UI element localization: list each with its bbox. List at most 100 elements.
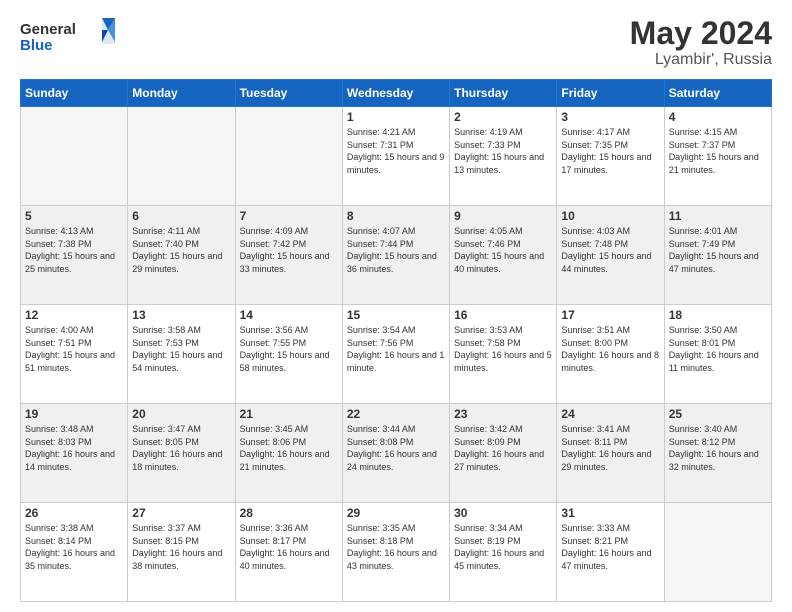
- table-row: 17 Sunrise: 3:51 AM Sunset: 8:00 PM Dayli…: [557, 305, 664, 404]
- day-info: Sunrise: 3:51 AM Sunset: 8:00 PM Dayligh…: [561, 324, 659, 374]
- day-info: Sunrise: 3:36 AM Sunset: 8:17 PM Dayligh…: [240, 522, 338, 572]
- day-info: Sunrise: 3:50 AM Sunset: 8:01 PM Dayligh…: [669, 324, 767, 374]
- day-info: Sunrise: 3:44 AM Sunset: 8:08 PM Dayligh…: [347, 423, 445, 473]
- header-thursday: Thursday: [450, 80, 557, 107]
- day-number: 8: [347, 209, 445, 223]
- table-row: 21Sunrise: 3:45 AM Sunset: 8:06 PM Dayli…: [235, 404, 342, 503]
- day-number: 20: [132, 407, 230, 421]
- day-number: 27: [132, 506, 230, 520]
- day-number: 10: [561, 209, 659, 223]
- day-number: 5: [25, 209, 123, 223]
- logo-svg: General Blue: [20, 16, 120, 56]
- table-row: 16 Sunrise: 3:53 AM Sunset: 7:58 PM Dayli…: [450, 305, 557, 404]
- calendar-body: 1 Sunrise: 4:21 AM Sunset: 7:31 PM Daylig…: [21, 107, 772, 602]
- table-row: 25 Sunrise: 3:40 AM Sunset: 8:12 PM Dayli…: [664, 404, 771, 503]
- table-row: 29 Sunrise: 3:35 AM Sunset: 8:18 PM Dayli…: [342, 503, 449, 602]
- header-monday: Monday: [128, 80, 235, 107]
- day-number: 19: [25, 407, 123, 421]
- table-row: 30 Sunrise: 3:34 AM Sunset: 8:19 PM Dayli…: [450, 503, 557, 602]
- table-row: 1 Sunrise: 4:21 AM Sunset: 7:31 PM Daylig…: [342, 107, 449, 206]
- table-row: 7 Sunrise: 4:09 AM Sunset: 7:42 PM Daylig…: [235, 206, 342, 305]
- table-row: 18 Sunrise: 3:50 AM Sunset: 8:01 PM Dayli…: [664, 305, 771, 404]
- calendar-table: Sunday Monday Tuesday Wednesday Thursday…: [20, 79, 772, 602]
- header-friday: Friday: [557, 80, 664, 107]
- title-block: May 2024 Lyambir', Russia: [630, 16, 772, 69]
- day-number: 7: [240, 209, 338, 223]
- day-number: 31: [561, 506, 659, 520]
- table-row: 22 Sunrise: 3:44 AM Sunset: 8:08 PM Dayli…: [342, 404, 449, 503]
- day-info: Sunrise: 3:34 AM Sunset: 8:19 PM Dayligh…: [454, 522, 552, 572]
- day-number: 23: [454, 407, 552, 421]
- day-info: Sunrise: 4:15 AM Sunset: 7:37 PM Dayligh…: [669, 126, 767, 176]
- day-info: Sunrise: 3:38 AM Sunset: 8:14 PM Dayligh…: [25, 522, 123, 572]
- day-info: Sunrise: 4:21 AM Sunset: 7:31 PM Dayligh…: [347, 126, 445, 176]
- calendar-week-row: 1 Sunrise: 4:21 AM Sunset: 7:31 PM Daylig…: [21, 107, 772, 206]
- table-row: 20 Sunrise: 3:47 AM Sunset: 8:05 PM Dayli…: [128, 404, 235, 503]
- day-info: Sunrise: 3:40 AM Sunset: 8:12 PM Dayligh…: [669, 423, 767, 473]
- day-number: 29: [347, 506, 445, 520]
- table-row: [128, 107, 235, 206]
- day-info: Sunrise: 3:41 AM Sunset: 8:11 PM Dayligh…: [561, 423, 659, 473]
- day-info: Sunrise: 3:47 AM Sunset: 8:05 PM Dayligh…: [132, 423, 230, 473]
- day-number: 25: [669, 407, 767, 421]
- day-number: 16: [454, 308, 552, 322]
- day-info: Sunrise: 4:19 AM Sunset: 7:33 PM Dayligh…: [454, 126, 552, 176]
- table-row: [235, 107, 342, 206]
- calendar-week-row: 5 Sunrise: 4:13 AM Sunset: 7:38 PM Daylig…: [21, 206, 772, 305]
- calendar-week-row: 12Sunrise: 4:00 AM Sunset: 7:51 PM Dayli…: [21, 305, 772, 404]
- day-info: Sunrise: 4:07 AM Sunset: 7:44 PM Dayligh…: [347, 225, 445, 275]
- table-row: 10 Sunrise: 4:03 AM Sunset: 7:48 PM Dayli…: [557, 206, 664, 305]
- table-row: 26 Sunrise: 3:38 AM Sunset: 8:14 PM Dayli…: [21, 503, 128, 602]
- day-number: 13: [132, 308, 230, 322]
- table-row: 23 Sunrise: 3:42 AM Sunset: 8:09 PM Dayli…: [450, 404, 557, 503]
- day-info: Sunrise: 3:56 AM Sunset: 7:55 PM Dayligh…: [240, 324, 338, 374]
- table-row: 2 Sunrise: 4:19 AM Sunset: 7:33 PM Daylig…: [450, 107, 557, 206]
- day-info: Sunrise: 3:48 AM Sunset: 8:03 PM Dayligh…: [25, 423, 123, 473]
- day-number: 12: [25, 308, 123, 322]
- table-row: 27 Sunrise: 3:37 AM Sunset: 8:15 PM Dayli…: [128, 503, 235, 602]
- svg-text:Blue: Blue: [20, 37, 53, 54]
- day-number: 30: [454, 506, 552, 520]
- day-info: Sunrise: 3:33 AM Sunset: 8:21 PM Dayligh…: [561, 522, 659, 572]
- table-row: 14 Sunrise: 3:56 AM Sunset: 7:55 PM Dayli…: [235, 305, 342, 404]
- day-info: Sunrise: 3:53 AM Sunset: 7:58 PM Dayligh…: [454, 324, 552, 374]
- day-number: 17: [561, 308, 659, 322]
- header-wednesday: Wednesday: [342, 80, 449, 107]
- table-row: 5 Sunrise: 4:13 AM Sunset: 7:38 PM Daylig…: [21, 206, 128, 305]
- day-info: Sunrise: 3:35 AM Sunset: 8:18 PM Dayligh…: [347, 522, 445, 572]
- calendar-week-row: 19 Sunrise: 3:48 AM Sunset: 8:03 PM Dayli…: [21, 404, 772, 503]
- day-number: 1: [347, 110, 445, 124]
- day-number: 3: [561, 110, 659, 124]
- table-row: 28 Sunrise: 3:36 AM Sunset: 8:17 PM Dayli…: [235, 503, 342, 602]
- day-number: 2: [454, 110, 552, 124]
- day-info: Sunrise: 4:17 AM Sunset: 7:35 PM Dayligh…: [561, 126, 659, 176]
- day-info: Sunrise: 3:42 AM Sunset: 8:09 PM Dayligh…: [454, 423, 552, 473]
- day-number: 26: [25, 506, 123, 520]
- table-row: 6 Sunrise: 4:11 AM Sunset: 7:40 PM Daylig…: [128, 206, 235, 305]
- day-info: Sunrise: 4:13 AM Sunset: 7:38 PM Dayligh…: [25, 225, 123, 275]
- table-row: 15 Sunrise: 3:54 AM Sunset: 7:56 PM Dayli…: [342, 305, 449, 404]
- table-row: 19 Sunrise: 3:48 AM Sunset: 8:03 PM Dayli…: [21, 404, 128, 503]
- day-info: Sunrise: 3:37 AM Sunset: 8:15 PM Dayligh…: [132, 522, 230, 572]
- calendar-location: Lyambir', Russia: [630, 51, 772, 69]
- day-number: 22: [347, 407, 445, 421]
- day-number: 21: [240, 407, 338, 421]
- day-info: Sunrise: 4:09 AM Sunset: 7:42 PM Dayligh…: [240, 225, 338, 275]
- day-number: 6: [132, 209, 230, 223]
- header-tuesday: Tuesday: [235, 80, 342, 107]
- day-info: Sunrise: 3:58 AM Sunset: 7:53 PM Dayligh…: [132, 324, 230, 374]
- table-row: 31 Sunrise: 3:33 AM Sunset: 8:21 PM Dayli…: [557, 503, 664, 602]
- calendar-week-row: 26 Sunrise: 3:38 AM Sunset: 8:14 PM Dayli…: [21, 503, 772, 602]
- day-info: Sunrise: 4:03 AM Sunset: 7:48 PM Dayligh…: [561, 225, 659, 275]
- day-info: Sunrise: 4:11 AM Sunset: 7:40 PM Dayligh…: [132, 225, 230, 275]
- calendar-title: May 2024: [630, 16, 772, 51]
- page: General Blue May 2024 Lyambir', Russia S…: [0, 0, 792, 612]
- table-row: 24Sunrise: 3:41 AM Sunset: 8:11 PM Dayli…: [557, 404, 664, 503]
- header-sunday: Sunday: [21, 80, 128, 107]
- day-number: 28: [240, 506, 338, 520]
- logo: General Blue: [20, 16, 120, 56]
- day-number: 15: [347, 308, 445, 322]
- day-number: 18: [669, 308, 767, 322]
- day-number: 14: [240, 308, 338, 322]
- day-info: Sunrise: 3:54 AM Sunset: 7:56 PM Dayligh…: [347, 324, 445, 374]
